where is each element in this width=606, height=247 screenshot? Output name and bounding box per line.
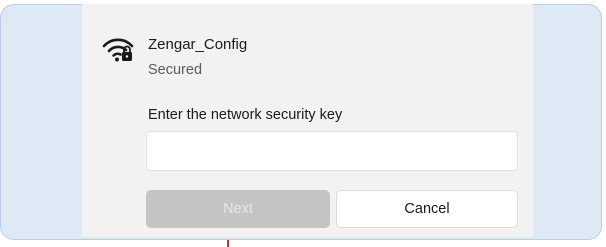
cancel-button[interactable]: Cancel [336, 190, 518, 228]
network-name: Zengar_Config [148, 36, 248, 53]
network-status: Secured [148, 62, 203, 78]
pointer-marker [227, 240, 229, 247]
wifi-connect-window: Zengar_Config Secured Enter the network … [0, 0, 606, 247]
next-button[interactable]: Next [146, 190, 330, 228]
security-key-input[interactable] [146, 131, 518, 171]
security-key-label: Enter the network security key [148, 107, 343, 123]
wifi-secured-icon [102, 38, 134, 62]
